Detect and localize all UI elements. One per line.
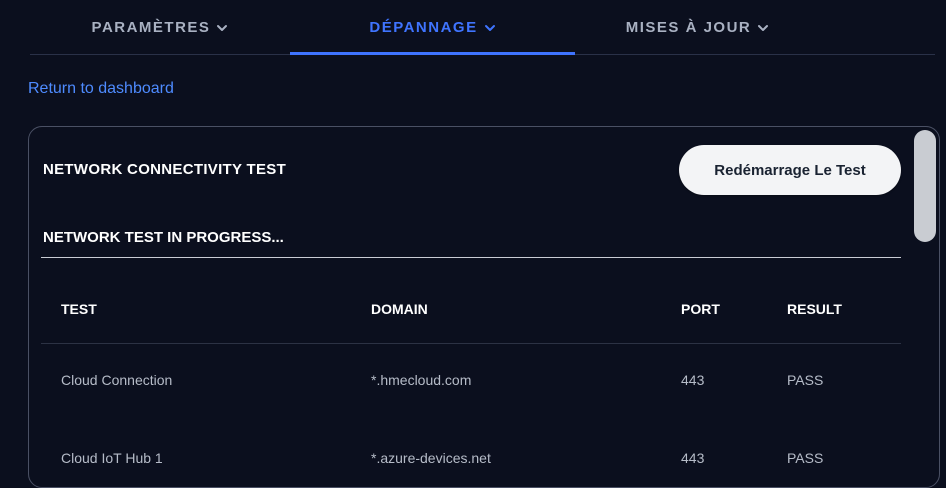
table-row: Cloud Connection *.hmecloud.com 443 PASS <box>41 344 901 414</box>
chevron-down-icon <box>217 24 228 31</box>
cell-domain: *.hmecloud.com <box>371 372 472 388</box>
chevron-down-icon <box>758 24 769 31</box>
tab-mises-a-jour[interactable]: MISES À JOUR <box>605 0 790 55</box>
top-navigation: PARAMÈTRES DÉPANNAGE MISES À JOUR <box>0 0 946 60</box>
progress-divider <box>41 257 901 258</box>
column-header-result: RESULT <box>787 301 842 317</box>
network-test-card: NETWORK CONNECTIVITY TEST Redémarrage Le… <box>28 126 940 488</box>
cell-port: 443 <box>681 372 705 388</box>
cell-domain: *.azure-devices.net <box>371 450 491 466</box>
scrollbar-thumb[interactable] <box>914 130 936 242</box>
tab-label: DÉPANNAGE <box>369 19 478 36</box>
return-to-dashboard-link[interactable]: Return to dashboard <box>28 80 174 98</box>
tab-depannage[interactable]: DÉPANNAGE <box>290 0 575 55</box>
restart-test-button[interactable]: Redémarrage Le Test <box>679 145 901 195</box>
tab-parametres[interactable]: PARAMÈTRES <box>70 0 250 55</box>
cell-result: PASS <box>787 372 824 388</box>
active-tab-indicator <box>290 52 575 55</box>
column-header-domain: DOMAIN <box>371 301 428 317</box>
tab-label: PARAMÈTRES <box>91 19 211 36</box>
card-title: NETWORK CONNECTIVITY TEST <box>43 161 287 178</box>
cell-port: 443 <box>681 450 705 466</box>
cell-test: Cloud Connection <box>61 372 173 388</box>
cell-test: Cloud IoT Hub 1 <box>61 450 163 466</box>
cell-result: PASS <box>787 450 824 466</box>
table-row: Cloud IoT Hub 1 *.azure-devices.net 443 … <box>41 414 901 484</box>
column-header-test: TEST <box>61 301 97 317</box>
tab-label: MISES À JOUR <box>625 19 752 36</box>
progress-title: NETWORK TEST IN PROGRESS... <box>43 229 284 246</box>
column-header-port: PORT <box>681 301 720 317</box>
chevron-down-icon <box>484 24 495 31</box>
